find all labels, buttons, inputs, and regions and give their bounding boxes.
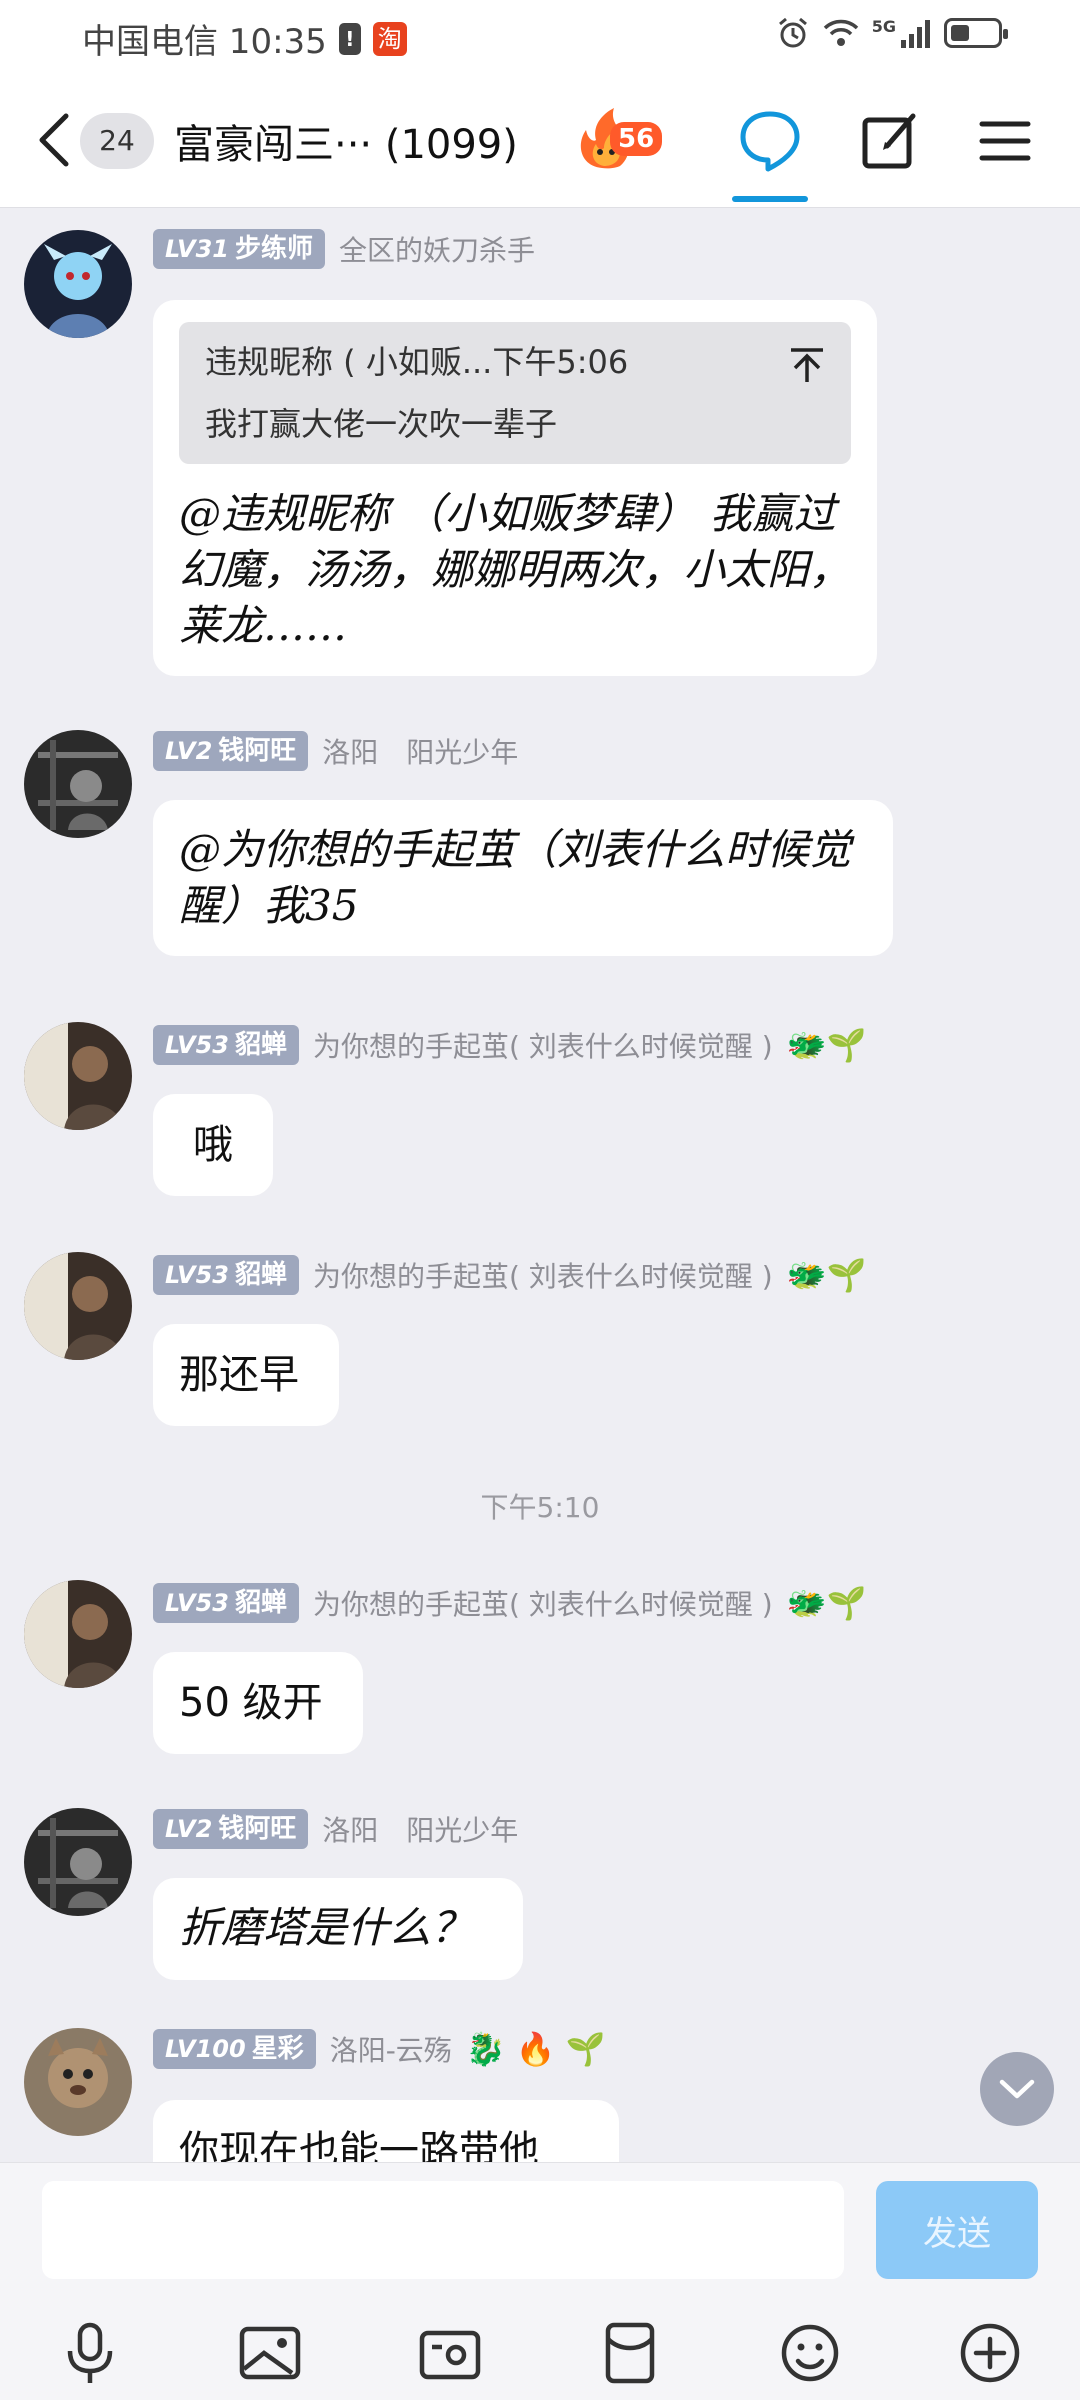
message-bubble[interactable]: 违规昵称 ( 小如贩...下午5:06 我打赢大佬一次吹一辈子 @违规昵称 （小… (153, 300, 877, 676)
avatar[interactable] (24, 230, 132, 338)
message-text: @违规昵称 （小如贩梦肆） 我赢过幻魔，汤汤，娜娜明两次，小太阳，莱龙…… (179, 489, 852, 650)
fire-level-badge: 56 (610, 122, 663, 156)
emoji-icon[interactable] (774, 2317, 846, 2389)
battery-icon (944, 18, 1008, 48)
camera-icon[interactable] (414, 2317, 486, 2389)
wifi-icon (823, 19, 858, 46)
message-bubble[interactable]: 那还早 (153, 1324, 339, 1426)
message-bubble[interactable]: 哦 (153, 1094, 273, 1196)
level-badge: LV100 星彩 (153, 2029, 316, 2069)
message-bubble[interactable]: 50 级开 (153, 1652, 363, 1754)
group-title[interactable]: 富豪闯三··· (1099) (174, 112, 518, 170)
send-button[interactable]: 发送 (876, 2181, 1038, 2279)
quote-text: 我打赢大佬一次吹一辈子 (205, 405, 558, 443)
badge-icons: 🐉 🔥 🌱 (465, 2030, 606, 2068)
sender-title: 洛阳 阳光少年 (322, 1814, 519, 1847)
level-badge: LV53 貂蝉 (153, 1583, 299, 1623)
avatar[interactable] (24, 1252, 132, 1360)
sender-title: 洛阳-云殇 (329, 2034, 452, 2067)
message-text: @为你想的手起茧（刘表什么时候觉醒）我35 (179, 825, 852, 930)
level-badge: LV31 步练师 (153, 229, 325, 269)
plus-icon[interactable] (954, 2317, 1026, 2389)
level-badge: LV2 钱阿旺 (153, 731, 309, 771)
badge-icons: 🐲🌱 (786, 1026, 867, 1064)
message-text: 你现在也能一路带他 (179, 2128, 539, 2162)
taobao-icon: 淘 (372, 21, 407, 56)
level-badge: LV2 钱阿旺 (153, 1809, 309, 1849)
quote-sender: 违规昵称 ( 小如贩...下午5:06 (205, 343, 629, 381)
chevron-down-icon (999, 2079, 1035, 2099)
avatar[interactable] (24, 1808, 132, 1916)
status-right: 5G (776, 16, 1008, 50)
back-arrow-icon[interactable] (34, 110, 74, 170)
image-icon[interactable] (234, 2317, 306, 2389)
avatar[interactable] (24, 2028, 132, 2136)
chat-header: 24 富豪闯三··· (1099) 56 (0, 70, 1080, 208)
avatar[interactable] (24, 730, 132, 838)
sender-title: 全区的妖刀杀手 (338, 234, 535, 267)
sender-title: 洛阳 阳光少年 (322, 736, 519, 769)
edit-icon[interactable] (855, 106, 925, 176)
chat-bubble-icon[interactable] (735, 106, 805, 176)
message-text: 折磨塔是什么？ (179, 1903, 474, 1952)
status-left: 中国电信 10:35 ! 淘 (82, 14, 407, 63)
level-badge: LV53 貂蝉 (153, 1025, 299, 1065)
signal-icon (901, 20, 930, 48)
timestamp: 下午5:10 (480, 1491, 600, 1524)
level-badge: LV53 貂蝉 (153, 1255, 299, 1295)
input-toolbar (0, 2317, 1080, 2397)
sender-title: 为你想的手起茧( 刘表什么时候觉醒 ) (312, 1030, 773, 1063)
sender-meta: LV53 貂蝉 为你想的手起茧( 刘表什么时候觉醒 ) 🐲🌱 (153, 1582, 866, 1624)
message-text: 50 级开 (179, 1680, 323, 1726)
menu-icon[interactable] (970, 106, 1040, 176)
carrier-time: 中国电信 10:35 (82, 22, 327, 62)
message-bubble[interactable]: 你现在也能一路带他 (153, 2100, 619, 2162)
avatar[interactable] (24, 1580, 132, 1688)
sender-meta: LV53 貂蝉 为你想的手起茧( 刘表什么时候觉醒 ) 🐲🌱 (153, 1254, 866, 1296)
sender-meta: LV2 钱阿旺 洛阳 阳光少年 (153, 730, 518, 772)
message-bubble[interactable]: @为你想的手起茧（刘表什么时候觉醒）我35 (153, 800, 893, 956)
alarm-icon (778, 17, 807, 48)
message-list[interactable]: LV31 步练师 全区的妖刀杀手 违规昵称 ( 小如贩...下午5:06 我打赢大… (0, 208, 1080, 2162)
unread-count-badge[interactable]: 24 (80, 113, 154, 169)
red-packet-icon[interactable] (594, 2317, 666, 2389)
message-text: 哦 (193, 1122, 233, 1168)
sender-title: 为你想的手起茧( 刘表什么时候觉醒 ) (312, 1588, 773, 1621)
badge-icons: 🐲🌱 (786, 1256, 867, 1294)
input-area: 发送 (0, 2162, 1080, 2400)
badge-icons: 🐲🌱 (786, 1584, 867, 1622)
microphone-icon[interactable] (54, 2317, 126, 2389)
message-text: 那还早 (179, 1352, 299, 1398)
sender-meta: LV53 貂蝉 为你想的手起茧( 刘表什么时候觉醒 ) 🐲🌱 (153, 1024, 866, 1066)
message-bubble[interactable]: 折磨塔是什么？ (153, 1878, 523, 1980)
network-label: 5G (871, 16, 896, 36)
sender-meta: LV100 星彩 洛阳-云殇 🐉 🔥 🌱 (153, 2028, 606, 2070)
scroll-to-bottom-button[interactable] (980, 2052, 1054, 2126)
status-bar: 中国电信 10:35 ! 淘 5G (0, 0, 1080, 70)
sender-meta: LV31 步练师 全区的妖刀杀手 (153, 228, 535, 270)
quoted-message[interactable]: 违规昵称 ( 小如贩...下午5:06 我打赢大佬一次吹一辈子 (179, 322, 851, 464)
avatar[interactable] (24, 1022, 132, 1130)
alert-icon: ! (338, 22, 361, 55)
message-input[interactable] (42, 2181, 844, 2279)
sender-title: 为你想的手起茧( 刘表什么时候觉醒 ) (312, 1260, 773, 1293)
active-tab-indicator (732, 196, 808, 202)
jump-to-quote-icon[interactable] (787, 344, 827, 384)
sender-meta: LV2 钱阿旺 洛阳 阳光少年 (153, 1808, 518, 1850)
